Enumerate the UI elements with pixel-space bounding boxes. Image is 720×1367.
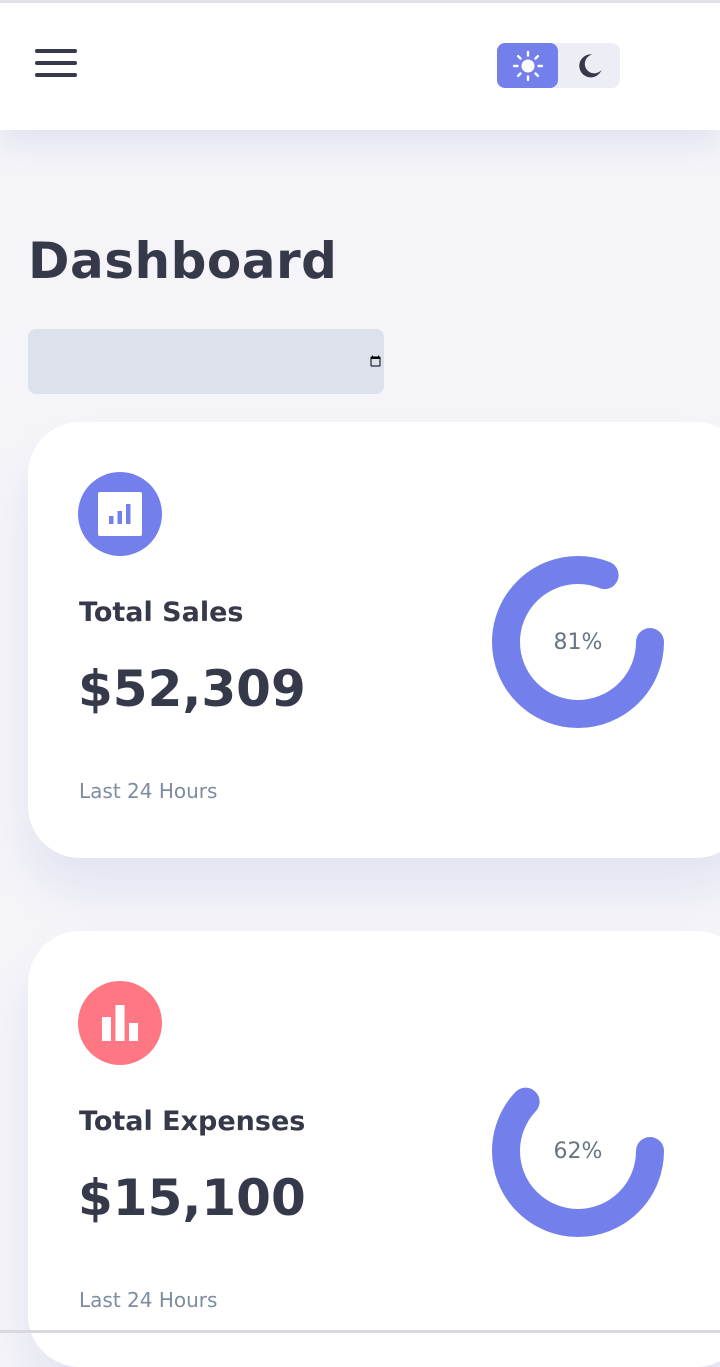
dark-mode-button[interactable] (559, 43, 620, 88)
card-value: $52,309 (78, 660, 306, 718)
sun-icon (512, 50, 543, 81)
card-label: Total Expenses (79, 1106, 306, 1137)
hamburger-menu-icon[interactable] (35, 46, 77, 80)
light-mode-button[interactable] (497, 43, 558, 88)
page-title: Dashboard (28, 232, 338, 290)
progress-ring: 62% (488, 1061, 668, 1241)
total-sales-card: Total Sales $52,309 Last 24 Hours 81% (28, 422, 720, 858)
total-expenses-card: Total Expenses $15,100 Last 24 Hours 62% (28, 931, 720, 1367)
card-note: Last 24 Hours (79, 1288, 218, 1312)
progress-ring: 81% (488, 552, 668, 732)
top-bar (0, 3, 720, 130)
card-value: $15,100 (78, 1169, 306, 1227)
bar-chart-icon (78, 981, 162, 1065)
theme-toggle[interactable] (497, 43, 620, 88)
progress-percent: 81% (553, 629, 603, 655)
moon-icon (578, 53, 601, 77)
card-note: Last 24 Hours (79, 779, 218, 803)
date-input[interactable] (28, 329, 384, 394)
progress-percent: 62% (553, 1138, 603, 1164)
card-label: Total Sales (79, 597, 244, 628)
analytics-icon (78, 472, 162, 556)
